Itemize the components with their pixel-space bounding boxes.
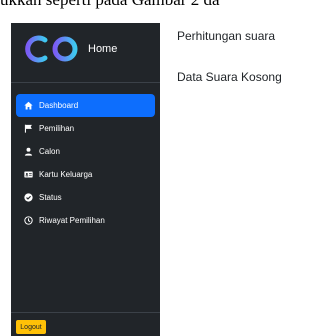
sidebar-item-dashboard[interactable]: Dashboard <box>16 94 155 117</box>
sidebar-nav: Dashboard Pemilihan Calon Kartu Keluarga… <box>16 94 155 232</box>
sidebar-item-status[interactable]: Status <box>16 186 155 209</box>
page-title: Perhitungan suara <box>177 29 276 43</box>
flag-icon <box>24 124 33 133</box>
sidebar-brand[interactable]: Home <box>11 23 160 79</box>
home-icon <box>24 101 33 110</box>
sidebar-item-riwayat-pemilihan[interactable]: Riwayat Pemilihan <box>16 209 155 232</box>
id-card-icon <box>24 170 33 179</box>
sidebar-item-label: Status <box>39 193 62 202</box>
sidebar-item-label: Dashboard <box>39 101 79 110</box>
brand-title: Home <box>88 43 118 55</box>
sidebar-item-label: Pemilihan <box>39 124 75 133</box>
sidebar-item-kartu-keluarga[interactable]: Kartu Keluarga <box>16 163 155 186</box>
check-circle-icon <box>24 193 33 202</box>
sidebar-item-calon[interactable]: Calon <box>16 140 155 163</box>
document-caption: ukkan seperti pada Gambar 2 da <box>0 0 333 13</box>
sidebar-divider <box>11 82 160 83</box>
logout-button[interactable]: Logout <box>16 320 46 334</box>
sidebar-item-label: Riwayat Pemilihan <box>39 216 105 225</box>
sidebar: Home Dashboard Pemilihan Calon Kartu Kel… <box>11 23 160 336</box>
sidebar-item-label: Calon <box>39 147 60 156</box>
clock-icon <box>24 216 33 225</box>
cp-logo-icon <box>25 35 78 63</box>
sidebar-bottom-divider <box>11 312 160 313</box>
sidebar-item-label: Kartu Keluarga <box>39 170 93 179</box>
sidebar-item-pemilihan[interactable]: Pemilihan <box>16 117 155 140</box>
empty-data-message: Data Suara Kosong <box>177 70 282 84</box>
person-icon <box>24 147 33 156</box>
